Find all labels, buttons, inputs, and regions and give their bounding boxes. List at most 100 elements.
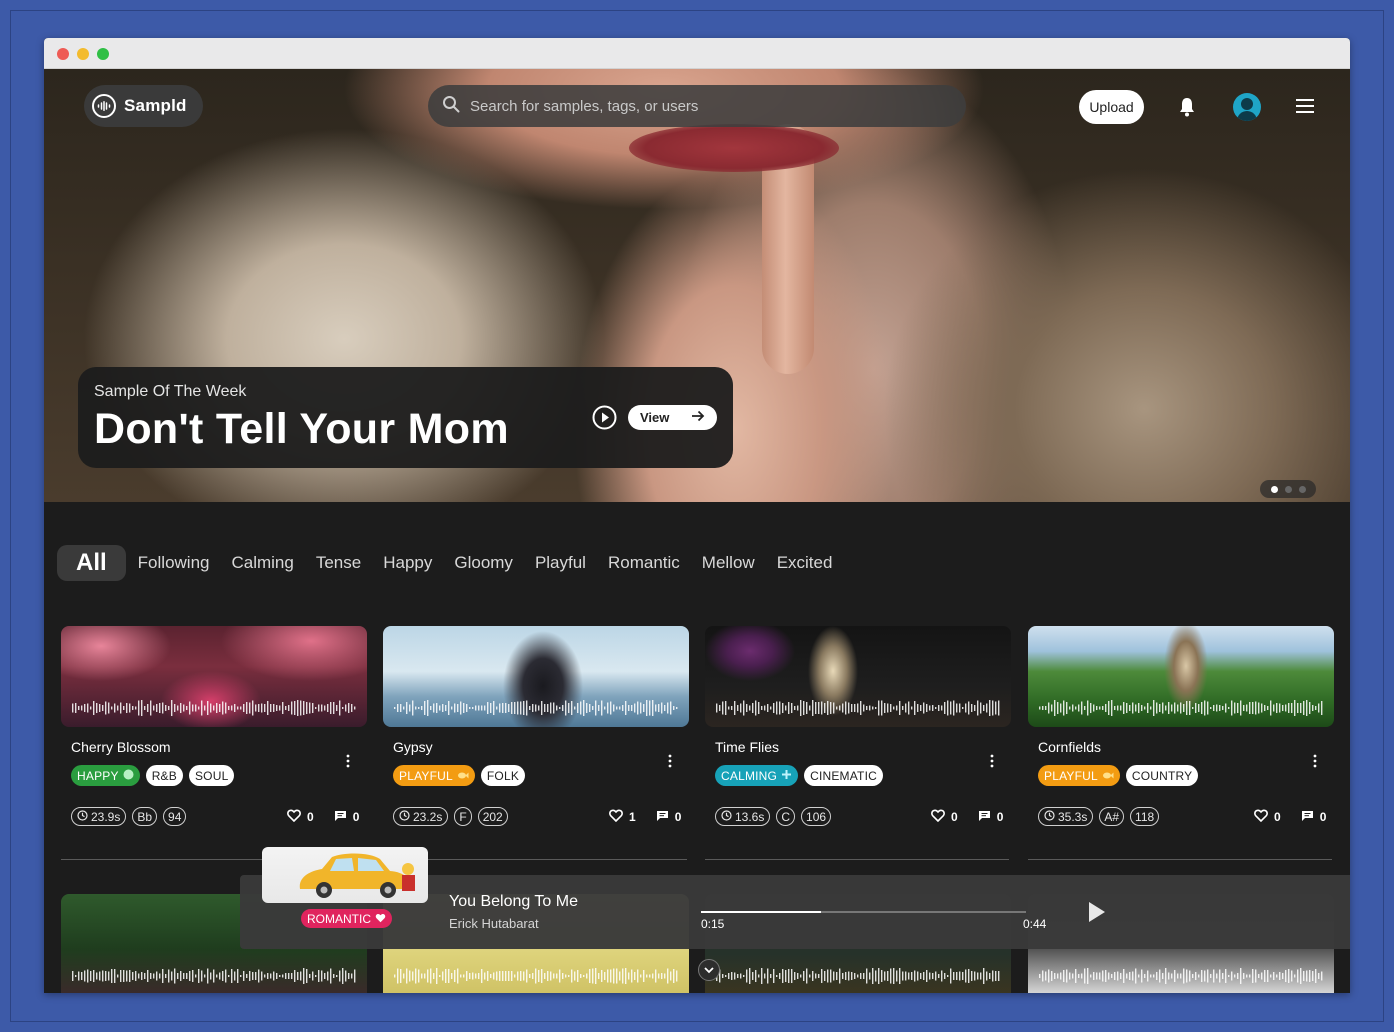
duration-pill: 13.6s — [715, 807, 771, 826]
mood-tag-label: CALMING — [721, 768, 778, 783]
filter-all[interactable]: All — [57, 545, 126, 581]
more-options-icon[interactable] — [668, 754, 672, 773]
duration-value: 35.3s — [1058, 809, 1088, 824]
genre-tag[interactable]: CINEMATIC — [804, 765, 883, 786]
genre-tag[interactable]: COUNTRY — [1125, 765, 1199, 786]
filter-mellow[interactable]: Mellow — [691, 545, 766, 581]
sample-title[interactable]: Time Flies — [715, 739, 779, 755]
filter-romantic[interactable]: Romantic — [597, 545, 691, 581]
filter-excited[interactable]: Excited — [766, 545, 844, 581]
view-button-label: View — [640, 410, 670, 425]
mood-tag[interactable]: HAPPY — [71, 765, 140, 786]
progress-bar[interactable] — [701, 911, 1026, 913]
comment-count: 0 — [996, 810, 1004, 824]
divider — [1028, 859, 1332, 860]
mood-tag-label: HAPPY — [77, 768, 119, 783]
sample-thumbnail[interactable] — [383, 626, 689, 727]
sample-title[interactable]: Gypsy — [393, 739, 433, 755]
logo-waveform-icon — [92, 94, 116, 118]
heart-icon[interactable] — [287, 809, 301, 825]
comment-icon[interactable] — [1301, 810, 1314, 825]
heart-icon[interactable] — [931, 809, 945, 825]
more-options-icon[interactable] — [990, 754, 994, 773]
like-count: 0 — [307, 810, 314, 824]
bell-icon[interactable] — [1178, 97, 1196, 122]
progress-fill — [701, 911, 822, 913]
mood-tag-label: PLAYFUL — [399, 768, 453, 783]
bpm-pill: 202 — [477, 807, 508, 826]
sample-title[interactable]: Cornfields — [1038, 739, 1101, 755]
search-bar[interactable] — [428, 85, 966, 127]
sample-thumbnail[interactable] — [705, 626, 1011, 727]
view-button[interactable]: View — [628, 405, 717, 430]
arrow-right-icon — [691, 410, 705, 425]
sample-card: Gypsy PLAYFUL FOLK 23.2s F 202 1 0 — [383, 626, 689, 860]
sample-thumbnail[interactable] — [61, 626, 367, 727]
maximize-window-button[interactable] — [97, 48, 109, 60]
heart-icon[interactable] — [1254, 809, 1268, 825]
mood-tag[interactable]: CALMING — [715, 765, 799, 786]
comment-icon[interactable] — [978, 810, 991, 825]
player-artist[interactable]: Erick Hutabarat — [449, 916, 539, 931]
fish-icon — [457, 769, 469, 783]
player-track-title[interactable]: You Belong To Me — [449, 893, 578, 911]
waveform — [716, 968, 1000, 984]
minimize-window-button[interactable] — [77, 48, 89, 60]
play-icon[interactable] — [1078, 895, 1112, 929]
waveform — [394, 700, 678, 716]
divider — [705, 859, 1009, 860]
filter-playful[interactable]: Playful — [524, 545, 597, 581]
mood-tag[interactable]: PLAYFUL — [1038, 765, 1120, 786]
genre-tag[interactable]: R&B — [145, 765, 183, 786]
carousel-dot[interactable] — [1284, 485, 1292, 493]
sample-title[interactable]: Cherry Blossom — [71, 739, 171, 755]
sample-metadata: 23.2s F 202 — [393, 807, 508, 826]
sotw-label: Sample Of The Week — [94, 383, 247, 400]
player-artwork[interactable] — [262, 847, 428, 903]
duration-pill: 23.2s — [393, 807, 449, 826]
mood-tag[interactable]: PLAYFUL — [393, 765, 475, 786]
mood-tag-label: PLAYFUL — [1044, 768, 1098, 783]
duration-pill: 35.3s — [1038, 807, 1094, 826]
key-pill: A# — [1099, 807, 1125, 826]
duration-value: 13.6s — [735, 809, 765, 824]
search-input[interactable] — [470, 97, 940, 115]
waveform — [1039, 968, 1323, 984]
sample-thumbnail[interactable] — [1028, 626, 1334, 727]
carousel-dot[interactable] — [1298, 485, 1306, 493]
comment-count: 0 — [1319, 810, 1327, 824]
genre-tag[interactable]: FOLK — [480, 765, 526, 786]
comment-icon[interactable] — [656, 810, 669, 825]
clock-icon — [399, 809, 410, 824]
logo[interactable]: Sampld — [84, 85, 203, 127]
filter-following[interactable]: Following — [127, 545, 221, 581]
browser-window: Sampld Upload Sample Of The Week Don't — [44, 38, 1350, 993]
bpm-pill: 118 — [1130, 807, 1160, 826]
heart-icon — [375, 912, 386, 926]
hamburger-menu-icon[interactable] — [1296, 99, 1314, 118]
close-window-button[interactable] — [57, 48, 69, 60]
chevron-down-icon[interactable] — [698, 959, 720, 981]
comment-count: 0 — [352, 810, 360, 824]
sample-tags: PLAYFUL FOLK — [393, 765, 526, 786]
carousel-dot[interactable] — [1270, 485, 1278, 493]
bpm-pill: 106 — [801, 807, 832, 826]
filter-gloomy[interactable]: Gloomy — [443, 545, 524, 581]
sample-stats: 0 0 — [287, 809, 359, 825]
avatar[interactable] — [1233, 93, 1261, 121]
more-options-icon[interactable] — [346, 754, 350, 773]
heart-icon[interactable] — [609, 809, 623, 825]
waveform — [1039, 700, 1323, 716]
genre-tag[interactable]: SOUL — [188, 765, 235, 786]
comment-icon[interactable] — [334, 810, 347, 825]
play-icon[interactable] — [592, 405, 617, 435]
hero-banner: Sampld Upload Sample Of The Week Don't — [44, 69, 1350, 502]
fish-icon — [1102, 769, 1114, 783]
more-options-icon[interactable] — [1313, 754, 1317, 773]
mood-tag[interactable]: ROMANTIC — [301, 909, 392, 928]
upload-button[interactable]: Upload — [1079, 90, 1144, 124]
filter-tense[interactable]: Tense — [305, 545, 372, 581]
filter-happy[interactable]: Happy — [372, 545, 443, 581]
filter-calming[interactable]: Calming — [220, 545, 304, 581]
top-navigation: Sampld Upload — [44, 69, 1350, 147]
